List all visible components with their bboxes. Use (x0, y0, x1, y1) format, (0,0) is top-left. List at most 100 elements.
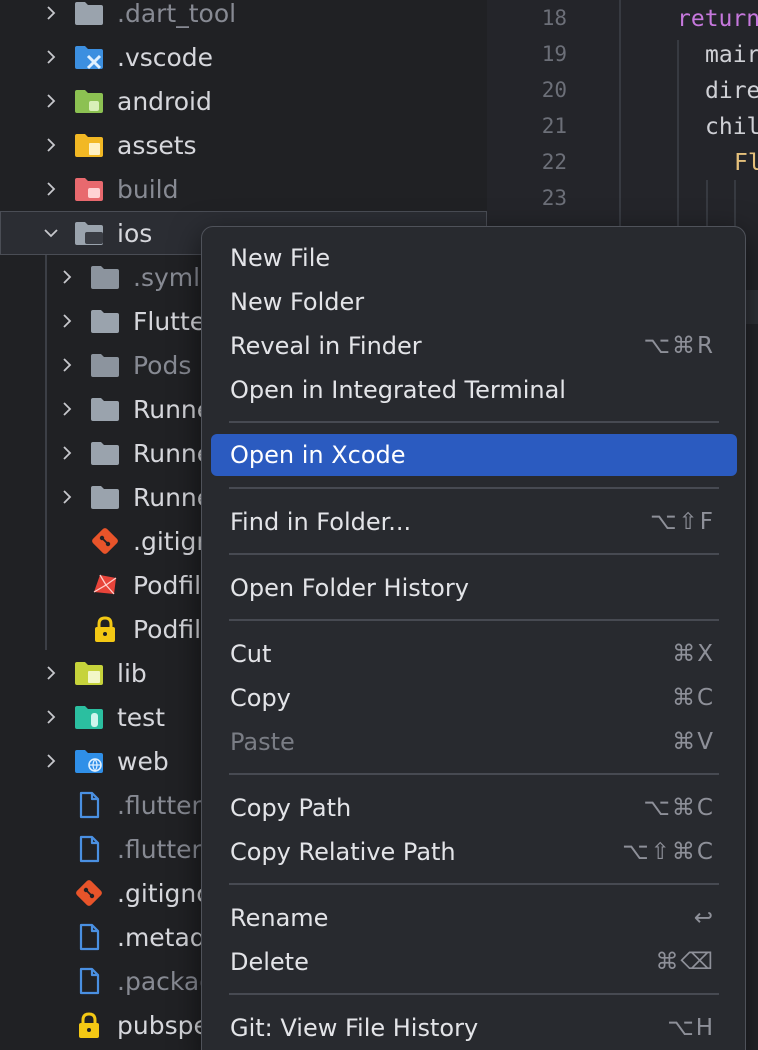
tree-item-assets[interactable]: assets (0, 123, 487, 167)
file-icon (74, 967, 104, 995)
tree-item-label: lib (117, 658, 147, 688)
tree-item-label: Podfil (133, 570, 202, 600)
folder-lib-icon (74, 660, 104, 686)
folder-icon (90, 440, 120, 466)
folder-icon (90, 396, 120, 422)
menu-item-reveal-in-finder[interactable]: Reveal in Finder ⌥⌘R (211, 325, 737, 367)
menu-separator (229, 883, 719, 885)
line-number: 20 (541, 78, 567, 102)
folder-icon (74, 0, 104, 26)
menu-item-label: Find in Folder... (230, 508, 412, 536)
menu-item-git-view-file-history[interactable]: Git: View File History ⌥H (211, 1007, 737, 1049)
tree-item-label: test (117, 702, 166, 732)
tree-item-build[interactable]: build (0, 167, 487, 211)
menu-item-new-folder[interactable]: New Folder (211, 281, 737, 323)
menu-item-shortcut: ⌘V (672, 729, 715, 755)
menu-separator (229, 487, 719, 489)
menu-item-label: Paste (230, 728, 295, 756)
file-icon (74, 791, 104, 819)
chevron-right-icon (40, 750, 62, 772)
menu-item-open-folder-history[interactable]: Open Folder History (211, 567, 737, 609)
folder-assets-icon (74, 132, 104, 158)
chevron-right-icon (40, 706, 62, 728)
menu-separator (229, 619, 719, 621)
folder-build-icon (74, 176, 104, 202)
folder-test-icon (74, 704, 104, 730)
menu-item-label: Rename (230, 904, 329, 932)
line-number: 22 (541, 150, 567, 174)
context-menu: New File New Folder Reveal in Finder ⌥⌘R… (201, 226, 746, 1050)
folder-web-icon (74, 748, 104, 774)
chevron-right-icon (56, 486, 78, 508)
menu-item-shortcut: ⌥⌘R (643, 333, 715, 359)
line-number: 23 (541, 186, 567, 210)
lock-icon (90, 616, 120, 642)
menu-item-copy-relative-path[interactable]: Copy Relative Path ⌥⇧⌘C (211, 831, 737, 873)
menu-item-copy[interactable]: Copy ⌘C (211, 677, 737, 719)
menu-separator (229, 993, 719, 995)
git-icon (90, 528, 120, 554)
menu-item-label: Copy Path (230, 794, 352, 822)
menu-item-label: Open in Integrated Terminal (230, 376, 566, 404)
chevron-right-icon (56, 266, 78, 288)
menu-item-label: Git: View File History (230, 1014, 479, 1042)
menu-item-label: Copy (230, 684, 291, 712)
tree-item-label: pubspe (117, 1010, 209, 1040)
line-number: 18 (541, 6, 567, 30)
tree-item-label: build (117, 174, 179, 204)
chevron-right-icon (56, 310, 78, 332)
folder-android-icon (74, 88, 104, 114)
tree-item-dart-tool[interactable]: .dart_tool (0, 0, 487, 35)
menu-item-new-file[interactable]: New File (211, 237, 737, 279)
chevron-right-icon (56, 442, 78, 464)
menu-item-rename[interactable]: Rename ↩ (211, 897, 737, 939)
chevron-right-icon (56, 398, 78, 420)
tree-item-label: .flutter- (117, 790, 210, 820)
tree-item-label: .gitignc (117, 878, 210, 908)
code-line: dire (705, 78, 758, 104)
menu-item-label: Open Folder History (230, 574, 469, 602)
menu-item-shortcut: ⌥⌘C (643, 795, 715, 821)
menu-item-find-in-folder[interactable]: Find in Folder... ⌥⇧F (211, 501, 737, 543)
folder-icon (90, 352, 120, 378)
tree-item-label: Flutte (133, 306, 206, 336)
tree-item-label: Pods (133, 350, 192, 380)
file-icon (74, 923, 104, 951)
menu-item-paste: Paste ⌘V (211, 721, 737, 763)
tree-item-label: .flutter- (117, 834, 210, 864)
chevron-right-icon (56, 354, 78, 376)
menu-item-shortcut: ⌘C (671, 685, 715, 711)
menu-item-label: Open in Xcode (230, 441, 406, 469)
menu-separator (229, 553, 719, 555)
code-line: mair (705, 42, 758, 68)
line-number: 21 (541, 114, 567, 138)
menu-item-shortcut: ⌘⌫ (655, 949, 715, 975)
menu-item-cut[interactable]: Cut ⌘X (211, 633, 737, 675)
tree-item-label: android (117, 86, 212, 116)
menu-item-open-in-xcode[interactable]: Open in Xcode (211, 434, 737, 476)
menu-item-open-in-integrated-terminal[interactable]: Open in Integrated Terminal (211, 369, 737, 411)
tree-item-label: ios (117, 218, 153, 248)
menu-item-delete[interactable]: Delete ⌘⌫ (211, 941, 737, 983)
menu-separator (229, 421, 719, 423)
folder-ios-icon (74, 220, 104, 246)
tree-item-label: .dart_tool (117, 0, 237, 28)
tree-item-vscode[interactable]: .vscode (0, 35, 487, 79)
tree-item-label: web (117, 746, 169, 776)
menu-item-label: New Folder (230, 288, 365, 316)
ruby-icon (90, 572, 120, 598)
tree-item-label: assets (117, 130, 197, 160)
tree-item-android[interactable]: android (0, 79, 487, 123)
folder-icon (90, 308, 120, 334)
chevron-right-icon (40, 2, 62, 24)
code-line: return (677, 6, 758, 32)
menu-item-label: Reveal in Finder (230, 332, 422, 360)
folder-vscode-icon (74, 44, 104, 70)
menu-item-copy-path[interactable]: Copy Path ⌥⌘C (211, 787, 737, 829)
lock-icon (74, 1012, 104, 1038)
chevron-right-icon (40, 46, 62, 68)
file-icon (74, 835, 104, 863)
menu-item-label: Delete (230, 948, 309, 976)
code-line: Fl (734, 150, 758, 176)
menu-item-shortcut: ⌘X (672, 641, 715, 667)
